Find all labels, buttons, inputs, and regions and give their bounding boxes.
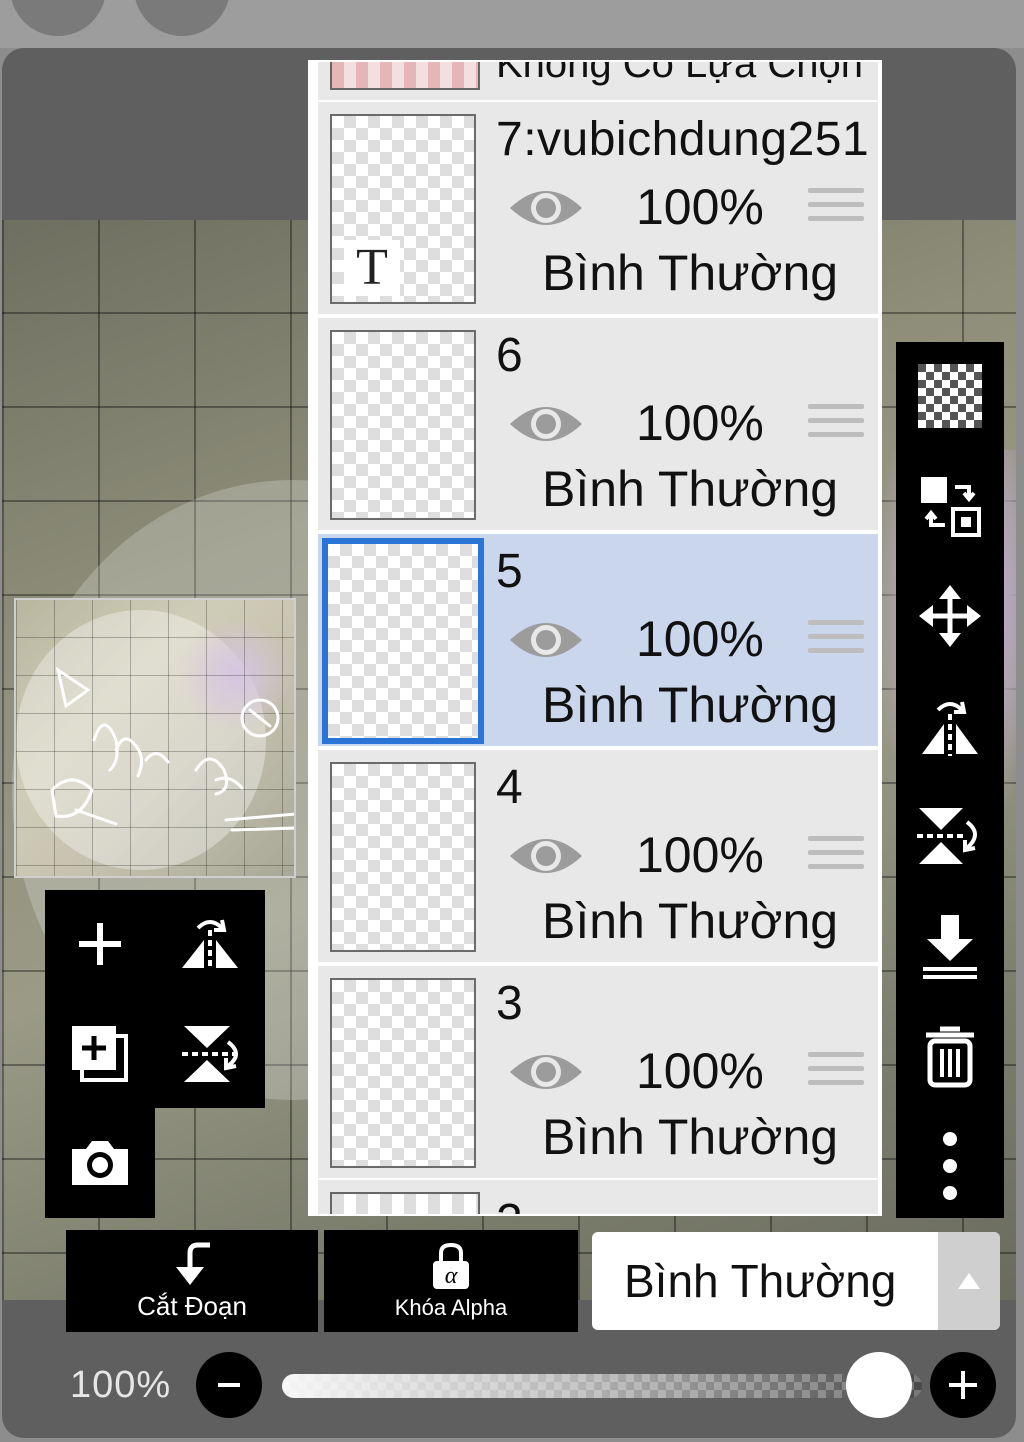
layer-name: 3 (496, 977, 524, 1030)
thumbnail-artwork (50, 666, 294, 832)
visibility-eye-icon[interactable] (508, 400, 584, 448)
drag-handle-icon[interactable] (808, 188, 864, 228)
layer-opacity[interactable]: 100% (636, 826, 764, 884)
duplicate-layer-button[interactable] (45, 1000, 155, 1108)
layer-opacity[interactable]: 100% (636, 394, 764, 452)
camera-button[interactable] (45, 1108, 155, 1216)
flip-horizontal-icon (922, 701, 978, 756)
layer-thumbnail[interactable] (330, 762, 476, 952)
blend-mode-select[interactable]: Bình Thường (592, 1232, 1000, 1330)
plus-icon (949, 1371, 977, 1399)
lock-alpha-icon: α (433, 1242, 469, 1289)
layer-blend-mode: Bình Thường (542, 245, 839, 301)
transparent-fill-button[interactable] (896, 342, 1004, 450)
layer-row[interactable]: T 7:vubichdung251 100% Bình Thường (318, 102, 878, 318)
trash-icon (926, 1026, 974, 1088)
swap-layers-button[interactable] (896, 452, 1004, 560)
move-button[interactable] (896, 562, 1004, 670)
transparency-icon (918, 364, 982, 428)
opacity-slider[interactable] (282, 1374, 922, 1398)
merge-down-icon (923, 915, 977, 979)
layer-name: 5 (496, 545, 524, 598)
clipping-label: Cắt Đoạn (137, 1290, 247, 1321)
layer-thumbnail[interactable] (330, 330, 476, 520)
status-bar (0, 0, 1024, 48)
layer-row[interactable]: 4 100% Bình Thường (318, 750, 878, 966)
visibility-eye-icon[interactable] (508, 184, 584, 232)
camera-icon (72, 1141, 128, 1185)
opacity-increase-button[interactable] (930, 1352, 996, 1418)
text-layer-icon: T (344, 240, 400, 296)
triangle-up-icon (958, 1273, 980, 1289)
visibility-eye-icon[interactable] (508, 1048, 584, 1096)
layer-blend-mode: Bình Thường (542, 461, 839, 517)
layer-opacity[interactable]: 100% (636, 178, 764, 236)
merge-down-button[interactable] (896, 892, 1004, 1000)
opacity-slider-knob[interactable] (846, 1352, 912, 1418)
visibility-eye-icon[interactable] (508, 616, 584, 664)
top-circle-left (10, 0, 106, 36)
plus-icon (79, 923, 121, 965)
drag-handle-icon[interactable] (808, 620, 864, 660)
layer-blend-mode: Bình Thường (542, 677, 839, 733)
layer-row-partial[interactable]: 2 (318, 1180, 878, 1214)
visibility-eye-icon[interactable] (508, 832, 584, 880)
layer-row[interactable]: 5 100% Bình Thường (318, 534, 878, 750)
selection-layer-label: Không Có Lựa Chọn (496, 62, 864, 86)
more-vertical-icon (943, 1132, 957, 1200)
move-arrows-icon (919, 585, 981, 647)
layer-name: 2 (496, 1194, 523, 1214)
flip-vertical-icon (182, 1026, 238, 1082)
flip-vertical-button[interactable] (896, 782, 1004, 890)
layer-blend-mode: Bình Thường (542, 1109, 839, 1165)
layer-row[interactable]: 3 100% Bình Thường (318, 966, 878, 1182)
layer-name: 4 (496, 761, 524, 814)
drag-handle-icon[interactable] (808, 404, 864, 444)
blend-mode-dropdown-arrow[interactable] (938, 1232, 1000, 1330)
selection-layer-row[interactable]: Không Có Lựa Chọn (318, 62, 878, 102)
layer-name: 7:vubichdung251 (496, 113, 870, 166)
layer-blend-mode: Bình Thường (542, 893, 839, 949)
layer-opacity[interactable]: 100% (636, 1042, 764, 1100)
flip-horizontal-icon (182, 919, 238, 970)
flip-vertical-layer-button[interactable] (155, 1000, 265, 1108)
left-tool-palette-bottom (45, 1108, 155, 1218)
flip-vertical-icon (917, 808, 977, 864)
layer-thumbnail[interactable] (330, 978, 476, 1168)
swap-icon (921, 477, 981, 537)
alpha-lock-label: Khóa Alpha (394, 1295, 508, 1320)
opacity-label: 100% (70, 1364, 172, 1406)
left-tool-palette (45, 890, 265, 1108)
more-options-button[interactable] (896, 1112, 1004, 1220)
selection-layer-thumbnail (330, 62, 480, 90)
layer-row[interactable]: 6 100% Bình Thường (318, 318, 878, 534)
canvas-thumbnail[interactable] (14, 598, 296, 878)
add-layer-button[interactable] (45, 890, 155, 998)
minus-icon (218, 1383, 240, 1387)
layer-thumbnail[interactable] (322, 538, 484, 744)
clipping-button[interactable]: Cắt Đoạn (66, 1230, 318, 1332)
svg-text:α: α (445, 1263, 458, 1289)
layer-opacity[interactable]: 100% (636, 610, 764, 668)
layers-panel: Không Có Lựa Chọn T 7:vubichdung251 100% Bì… (308, 60, 882, 1216)
blend-mode-value: Bình Thường (624, 1255, 897, 1307)
flip-horizontal-button[interactable] (896, 672, 1004, 780)
layer-thumbnail[interactable]: T (330, 114, 476, 304)
add-layer-copy-icon (72, 1026, 128, 1082)
clipping-arrow-icon (176, 1242, 210, 1285)
drag-handle-icon[interactable] (808, 1052, 864, 1092)
top-circle-right (134, 0, 230, 36)
layer-name: 6 (496, 329, 524, 382)
flip-horizontal-layer-button[interactable] (155, 890, 265, 998)
right-tool-bar (896, 342, 1004, 1218)
delete-layer-button[interactable] (896, 1002, 1004, 1110)
layer-thumbnail (330, 1192, 480, 1214)
opacity-decrease-button[interactable] (196, 1352, 262, 1418)
drag-handle-icon[interactable] (808, 836, 864, 876)
alpha-lock-button[interactable]: α Khóa Alpha (324, 1230, 578, 1332)
